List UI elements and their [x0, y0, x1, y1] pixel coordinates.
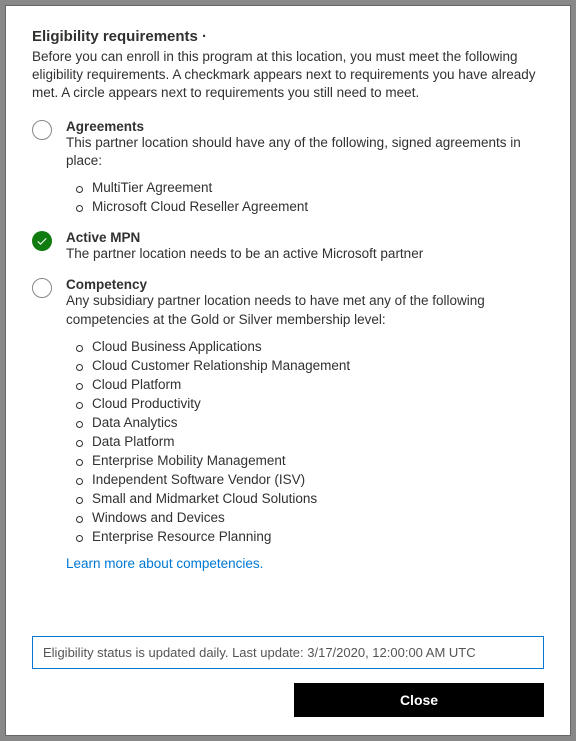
requirement-desc: The partner location needs to be an acti… — [66, 245, 544, 263]
list-item: Cloud Productivity — [92, 394, 544, 413]
checkmark-icon — [32, 231, 52, 251]
list-item: Cloud Customer Relationship Management — [92, 356, 544, 375]
list-item: Independent Software Vendor (ISV) — [92, 470, 544, 489]
list-item: Enterprise Resource Planning — [92, 527, 544, 546]
requirement-body: Active MPN The partner location needs to… — [66, 230, 544, 263]
close-button[interactable]: Close — [294, 683, 544, 717]
list-item: Windows and Devices — [92, 508, 544, 527]
requirement-competency: Competency Any subsidiary partner locati… — [32, 277, 544, 570]
requirement-agreements: Agreements This partner location should … — [32, 119, 544, 216]
list-item: MultiTier Agreement — [92, 178, 544, 197]
requirement-body: Competency Any subsidiary partner locati… — [66, 277, 544, 570]
intro-text: Before you can enroll in this program at… — [32, 48, 544, 103]
status-bar: Eligibility status is updated daily. Las… — [32, 636, 544, 669]
modal-footer: Close — [32, 683, 544, 717]
list-item: Microsoft Cloud Reseller Agreement — [92, 197, 544, 216]
learn-more-link[interactable]: Learn more about competencies. — [66, 556, 263, 571]
list-item: Data Platform — [92, 432, 544, 451]
unmet-icon — [32, 120, 52, 140]
list-item: Cloud Platform — [92, 375, 544, 394]
requirement-desc: Any subsidiary partner location needs to… — [66, 292, 544, 328]
list-item: Cloud Business Applications — [92, 337, 544, 356]
agreements-list: MultiTier Agreement Microsoft Cloud Rese… — [66, 178, 544, 216]
list-item: Data Analytics — [92, 413, 544, 432]
eligibility-modal: Eligibility requirements · Before you ca… — [5, 5, 571, 736]
modal-content: Eligibility requirements · Before you ca… — [32, 28, 544, 628]
competency-list: Cloud Business Applications Cloud Custom… — [66, 337, 544, 546]
list-item: Enterprise Mobility Management — [92, 451, 544, 470]
requirement-body: Agreements This partner location should … — [66, 119, 544, 216]
requirement-desc: This partner location should have any of… — [66, 134, 544, 170]
requirement-title: Active MPN — [66, 230, 544, 245]
requirement-active-mpn: Active MPN The partner location needs to… — [32, 230, 544, 263]
list-item: Small and Midmarket Cloud Solutions — [92, 489, 544, 508]
unmet-icon — [32, 278, 52, 298]
modal-title: Eligibility requirements · — [32, 28, 544, 45]
requirement-title: Agreements — [66, 119, 544, 134]
requirement-title: Competency — [66, 277, 544, 292]
